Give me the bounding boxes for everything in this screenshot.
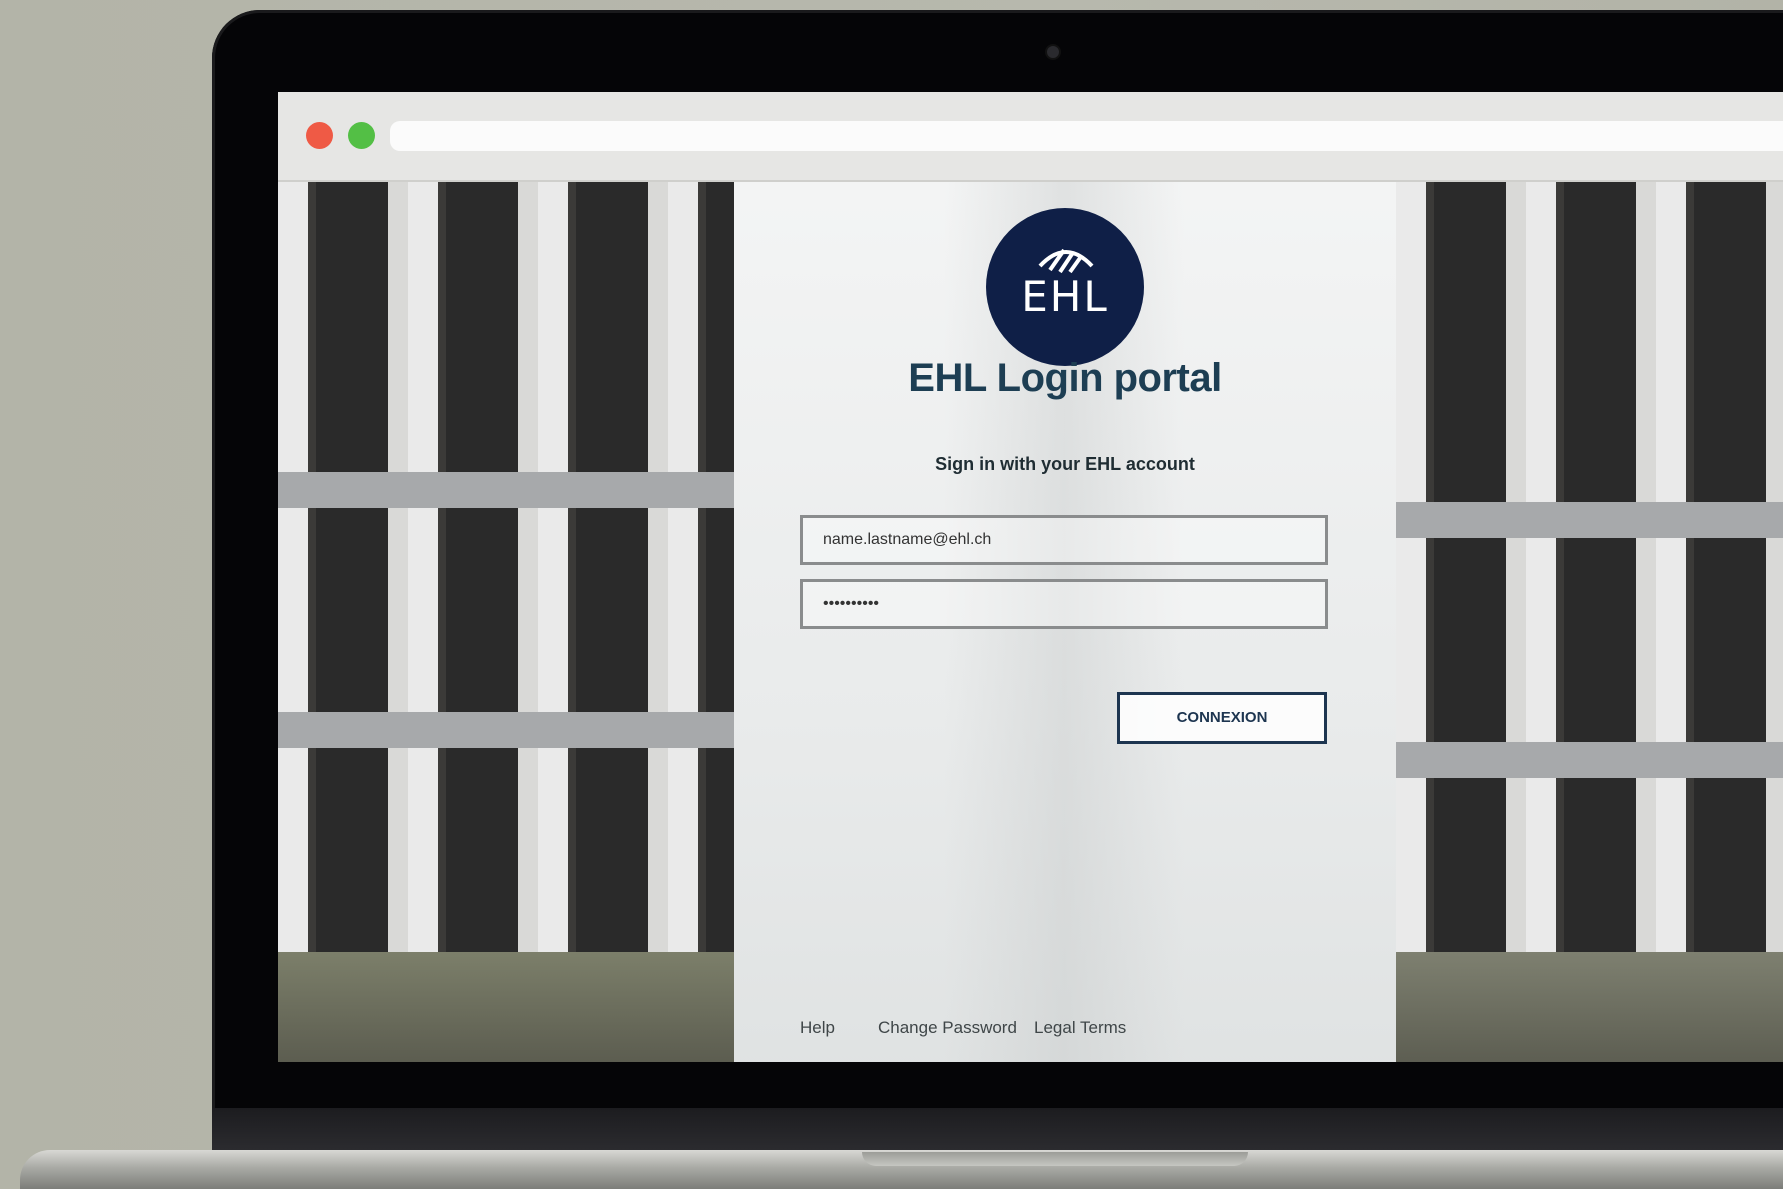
camera-icon [1047, 46, 1059, 58]
help-link[interactable]: Help [800, 1018, 835, 1038]
legal-terms-link[interactable]: Legal Terms [1034, 1018, 1126, 1038]
change-password-link[interactable]: Change Password [878, 1018, 1017, 1038]
ehl-logo: EHL [986, 208, 1144, 366]
sign-in-subtitle: Sign in with your EHL account [935, 454, 1195, 474]
laptop-notch [862, 1152, 1248, 1166]
footer-links: Help Change Password Legal Terms [734, 1018, 1396, 1042]
password-input[interactable] [803, 582, 1325, 626]
close-window-button[interactable] [306, 122, 333, 149]
building-photo-right [1396, 182, 1783, 1062]
zoom-window-button[interactable] [348, 122, 375, 149]
email-input[interactable] [803, 518, 1325, 562]
browser-window: EHL EHL Login portal Sign in with your E… [278, 92, 1783, 1062]
scene: EHL EHL Login portal Sign in with your E… [0, 0, 1783, 1189]
email-field[interactable] [800, 515, 1328, 565]
courtyard-plants-right [1396, 952, 1783, 1062]
login-panel: EHL EHL Login portal Sign in with your E… [734, 182, 1396, 1062]
page-title: EHL Login portal [908, 356, 1222, 400]
browser-toolbar [278, 92, 1783, 182]
connexion-button[interactable]: CONNEXION [1117, 692, 1327, 744]
courtyard-plants [278, 952, 734, 1062]
roof-arc-icon [1038, 248, 1094, 274]
logo-text: EHL [1021, 272, 1109, 321]
address-bar[interactable] [390, 121, 1783, 151]
building-photo-left [278, 182, 734, 1062]
password-field[interactable] [800, 579, 1328, 629]
login-page: EHL EHL Login portal Sign in with your E… [278, 182, 1783, 1062]
